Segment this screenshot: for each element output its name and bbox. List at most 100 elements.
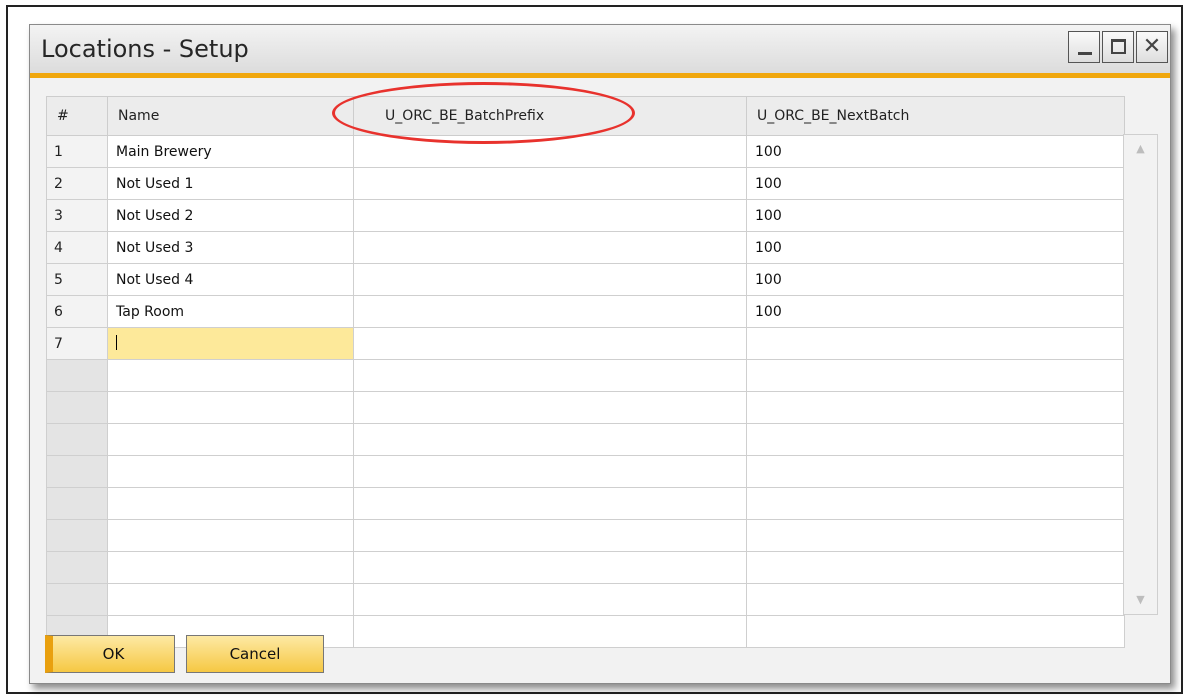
- locations-setup-window: Locations - Setup ✕ # Name U_ORC_BE_Batc…: [29, 24, 1171, 684]
- row-number[interactable]: 3: [46, 199, 108, 232]
- row-number[interactable]: 6: [46, 295, 108, 328]
- empty-row[interactable]: [46, 583, 1125, 616]
- name-cell[interactable]: [107, 359, 354, 392]
- next-batch-cell[interactable]: [746, 359, 1125, 392]
- row-number[interactable]: 5: [46, 263, 108, 296]
- table-row[interactable]: 6 Tap Room 100: [46, 295, 1125, 328]
- next-batch-cell[interactable]: 100: [746, 263, 1125, 296]
- name-cell[interactable]: Not Used 1: [107, 167, 354, 200]
- batch-prefix-cell[interactable]: [353, 519, 747, 552]
- batch-prefix-cell[interactable]: [353, 487, 747, 520]
- cancel-button[interactable]: Cancel: [186, 635, 324, 673]
- column-header-batch-prefix[interactable]: U_ORC_BE_BatchPrefix: [353, 96, 747, 136]
- row-number[interactable]: [46, 423, 108, 456]
- next-batch-cell[interactable]: [746, 455, 1125, 488]
- row-number[interactable]: [46, 519, 108, 552]
- next-batch-cell[interactable]: 100: [746, 295, 1125, 328]
- batch-prefix-cell[interactable]: [353, 391, 747, 424]
- close-button[interactable]: ✕: [1136, 31, 1168, 63]
- row-number[interactable]: [46, 455, 108, 488]
- next-batch-cell[interactable]: [746, 551, 1125, 584]
- empty-row[interactable]: [46, 359, 1125, 392]
- next-batch-cell[interactable]: [746, 391, 1125, 424]
- minimize-icon: [1078, 52, 1092, 55]
- maximize-button[interactable]: [1102, 31, 1134, 63]
- next-batch-cell[interactable]: [746, 583, 1125, 616]
- close-icon: ✕: [1142, 34, 1162, 59]
- empty-row[interactable]: [46, 391, 1125, 424]
- row-number[interactable]: 1: [46, 135, 108, 168]
- column-header-next-batch[interactable]: U_ORC_BE_NextBatch: [746, 96, 1125, 136]
- next-batch-cell[interactable]: 100: [746, 167, 1125, 200]
- next-batch-cell[interactable]: [746, 423, 1125, 456]
- vertical-scrollbar[interactable]: ▲ ▼: [1123, 134, 1158, 615]
- text-caret: [116, 335, 117, 350]
- next-batch-cell[interactable]: [746, 487, 1125, 520]
- row-number[interactable]: 4: [46, 231, 108, 264]
- column-header-batch-prefix-label: U_ORC_BE_BatchPrefix: [385, 108, 545, 124]
- batch-prefix-cell[interactable]: [353, 423, 747, 456]
- name-cell[interactable]: [107, 423, 354, 456]
- row-number[interactable]: [46, 391, 108, 424]
- table-row[interactable]: 2 Not Used 1 100: [46, 167, 1125, 200]
- empty-row[interactable]: [46, 487, 1125, 520]
- row-number[interactable]: 7: [46, 327, 108, 360]
- column-header-number[interactable]: #: [46, 96, 108, 136]
- table-row[interactable]: 3 Not Used 2 100: [46, 199, 1125, 232]
- batch-prefix-cell[interactable]: [353, 231, 747, 264]
- name-cell[interactable]: [107, 487, 354, 520]
- batch-prefix-cell[interactable]: [353, 551, 747, 584]
- table-row[interactable]: 4 Not Used 3 100: [46, 231, 1125, 264]
- grid-header-row: # Name U_ORC_BE_BatchPrefix U_ORC_BE_Nex…: [46, 96, 1125, 136]
- table-row[interactable]: 5 Not Used 4 100: [46, 263, 1125, 296]
- row-number[interactable]: [46, 487, 108, 520]
- name-cell[interactable]: [107, 391, 354, 424]
- name-cell[interactable]: Not Used 4: [107, 263, 354, 296]
- table-row[interactable]: 1 Main Brewery 100: [46, 135, 1125, 168]
- window-title: Locations - Setup: [41, 35, 249, 63]
- batch-prefix-cell[interactable]: [353, 295, 747, 328]
- next-batch-cell[interactable]: [746, 615, 1125, 648]
- batch-prefix-cell[interactable]: [353, 615, 747, 648]
- window-controls: ✕: [1068, 31, 1168, 63]
- name-cell[interactable]: Main Brewery: [107, 135, 354, 168]
- ok-button[interactable]: OK: [45, 635, 175, 673]
- batch-prefix-cell[interactable]: [353, 455, 747, 488]
- scroll-down-icon[interactable]: ▼: [1124, 588, 1157, 612]
- scroll-up-icon[interactable]: ▲: [1124, 137, 1157, 161]
- batch-prefix-cell[interactable]: [353, 167, 747, 200]
- row-number[interactable]: [46, 551, 108, 584]
- name-cell[interactable]: [107, 551, 354, 584]
- name-cell[interactable]: Tap Room: [107, 295, 354, 328]
- batch-prefix-cell[interactable]: [353, 327, 747, 360]
- batch-prefix-cell[interactable]: [353, 199, 747, 232]
- row-number[interactable]: 2: [46, 167, 108, 200]
- column-header-name[interactable]: Name: [107, 96, 354, 136]
- name-cell[interactable]: [107, 519, 354, 552]
- empty-row[interactable]: [46, 455, 1125, 488]
- locations-grid: # Name U_ORC_BE_BatchPrefix U_ORC_BE_Nex…: [46, 96, 1125, 648]
- next-batch-cell[interactable]: 100: [746, 231, 1125, 264]
- name-cell[interactable]: [107, 583, 354, 616]
- table-row-new[interactable]: 7: [46, 327, 1125, 360]
- empty-row[interactable]: [46, 551, 1125, 584]
- minimize-button[interactable]: [1068, 31, 1100, 63]
- next-batch-cell[interactable]: 100: [746, 199, 1125, 232]
- batch-prefix-cell[interactable]: [353, 135, 747, 168]
- next-batch-cell[interactable]: 100: [746, 135, 1125, 168]
- name-cell[interactable]: Not Used 3: [107, 231, 354, 264]
- empty-row[interactable]: [46, 519, 1125, 552]
- name-cell[interactable]: [107, 455, 354, 488]
- batch-prefix-cell[interactable]: [353, 263, 747, 296]
- batch-prefix-cell[interactable]: [353, 359, 747, 392]
- name-cell-editing[interactable]: [107, 327, 354, 360]
- next-batch-cell[interactable]: [746, 327, 1125, 360]
- row-number[interactable]: [46, 583, 108, 616]
- batch-prefix-cell[interactable]: [353, 583, 747, 616]
- maximize-icon: [1111, 39, 1126, 54]
- name-cell[interactable]: Not Used 2: [107, 199, 354, 232]
- empty-row[interactable]: [46, 423, 1125, 456]
- row-number[interactable]: [46, 359, 108, 392]
- next-batch-cell[interactable]: [746, 519, 1125, 552]
- title-bar[interactable]: Locations - Setup ✕: [30, 25, 1170, 78]
